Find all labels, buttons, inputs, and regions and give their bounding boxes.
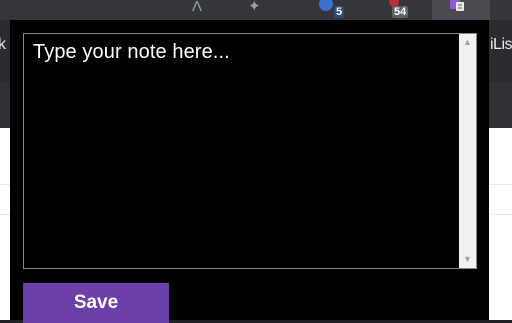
profile-icon[interactable]: Λ	[192, 0, 202, 20]
save-button[interactable]: Save	[23, 283, 169, 323]
extension-badge: 54	[392, 6, 409, 18]
browser-toolbar: Λ ✦ 5 54	[0, 0, 512, 20]
bookmark-item[interactable]: iLis	[490, 36, 512, 54]
bookmark-item[interactable]: k	[0, 36, 6, 54]
note-placeholder: Type your note here...	[33, 41, 230, 63]
scroll-down-arrow-icon[interactable]: ▼	[459, 251, 476, 268]
textarea-scrollbar[interactable]: ▲ ▼	[459, 34, 476, 268]
note-textarea[interactable]: Type your note here... ▲ ▼	[23, 33, 477, 269]
extension-badge: 5	[334, 6, 345, 18]
notes-popup: Type your note here... ▲ ▼ Save	[10, 20, 489, 323]
extension-icon[interactable]: 54	[386, 0, 409, 20]
scroll-up-arrow-icon[interactable]: ▲	[459, 34, 476, 51]
notes-extension-icon	[450, 0, 464, 11]
extension-icon[interactable]: 5	[316, 0, 345, 20]
reading-list-icon[interactable]: ✦	[248, 0, 261, 20]
notes-extension-button[interactable]	[432, 0, 490, 20]
